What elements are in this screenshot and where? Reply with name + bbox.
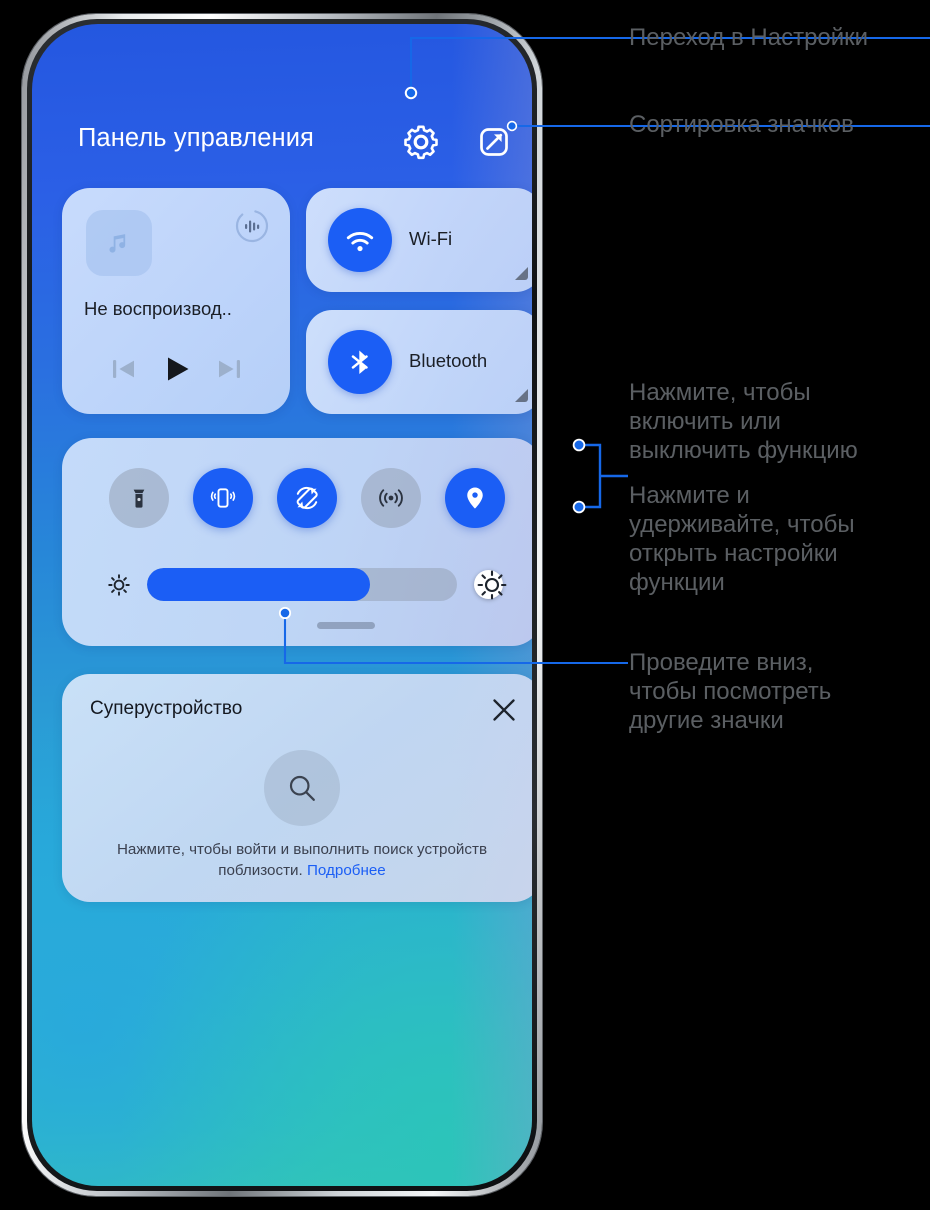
annotation-tap-toggle: Нажмите, чтобы включить или выключить фу… bbox=[629, 379, 858, 464]
tile-wifi-label: Wi-Fi bbox=[409, 228, 453, 249]
panel-drag-handle[interactable] bbox=[317, 622, 375, 629]
annotation-settings: Переход в Настройки bbox=[629, 24, 869, 51]
wifi-icon bbox=[328, 208, 392, 272]
toggle-flashlight[interactable] bbox=[109, 468, 169, 528]
brightness-fill bbox=[147, 568, 371, 601]
media-title: Не воспроизвод.. bbox=[84, 298, 232, 319]
close-icon[interactable] bbox=[488, 694, 520, 726]
play-button[interactable] bbox=[156, 349, 196, 389]
quick-toggles-panel bbox=[62, 438, 532, 646]
super-device-description-text: Нажмите, чтобы войти и выполнить поиск у… bbox=[116, 841, 488, 879]
brightness-slider-row bbox=[62, 563, 532, 607]
tile-bluetooth-label: Bluetooth bbox=[409, 350, 488, 371]
annotation-swipe-down: Проведите вниз, чтобы посмотреть другие … bbox=[629, 649, 832, 734]
prev-track-button[interactable] bbox=[104, 349, 144, 389]
control-panel-header: Панель управления bbox=[32, 122, 532, 168]
bluetooth-icon bbox=[328, 330, 392, 394]
phone-device: Панель управления Не воспроизвод.. Wi-Fi… bbox=[22, 14, 542, 1196]
toggle-vibrate[interactable] bbox=[193, 468, 253, 528]
tile-expand-corner-icon[interactable] bbox=[515, 389, 528, 402]
super-device-learn-more-link[interactable]: Подробнее bbox=[307, 862, 386, 879]
super-device-card[interactable]: Суперустройство Нажмите, чтобы войти и в… bbox=[62, 674, 532, 902]
annotation-sort: Сортировка значков bbox=[629, 111, 854, 138]
next-track-button[interactable] bbox=[209, 349, 249, 389]
music-note-icon bbox=[86, 210, 152, 276]
audio-cast-icon[interactable] bbox=[234, 208, 270, 244]
tile-wifi[interactable]: Wi-Fi bbox=[306, 188, 532, 292]
annotation-press-hold: Нажмите и удерживайте, чтобы открыть нас… bbox=[629, 482, 855, 596]
tile-expand-corner-icon[interactable] bbox=[515, 267, 528, 280]
phone-screen: Панель управления Не воспроизвод.. Wi-Fi… bbox=[32, 24, 532, 1186]
super-device-description: Нажмите, чтобы войти и выполнить поиск у… bbox=[88, 839, 516, 881]
brightness-low-icon bbox=[105, 571, 133, 599]
toggle-location[interactable] bbox=[445, 468, 505, 528]
brightness-high-icon bbox=[475, 568, 509, 602]
toggle-auto-rotate[interactable] bbox=[277, 468, 337, 528]
edit-icon[interactable] bbox=[474, 122, 514, 162]
media-player-card[interactable]: Не воспроизвод.. bbox=[62, 188, 290, 414]
brightness-track[interactable] bbox=[147, 568, 457, 601]
toggle-hotspot[interactable] bbox=[361, 468, 421, 528]
search-icon[interactable] bbox=[264, 750, 340, 826]
page-title: Панель управления bbox=[78, 124, 314, 152]
media-controls bbox=[62, 343, 290, 395]
tile-bluetooth[interactable]: Bluetooth bbox=[306, 310, 532, 414]
super-device-title: Суперустройство bbox=[90, 698, 243, 719]
gear-icon[interactable] bbox=[401, 122, 441, 162]
